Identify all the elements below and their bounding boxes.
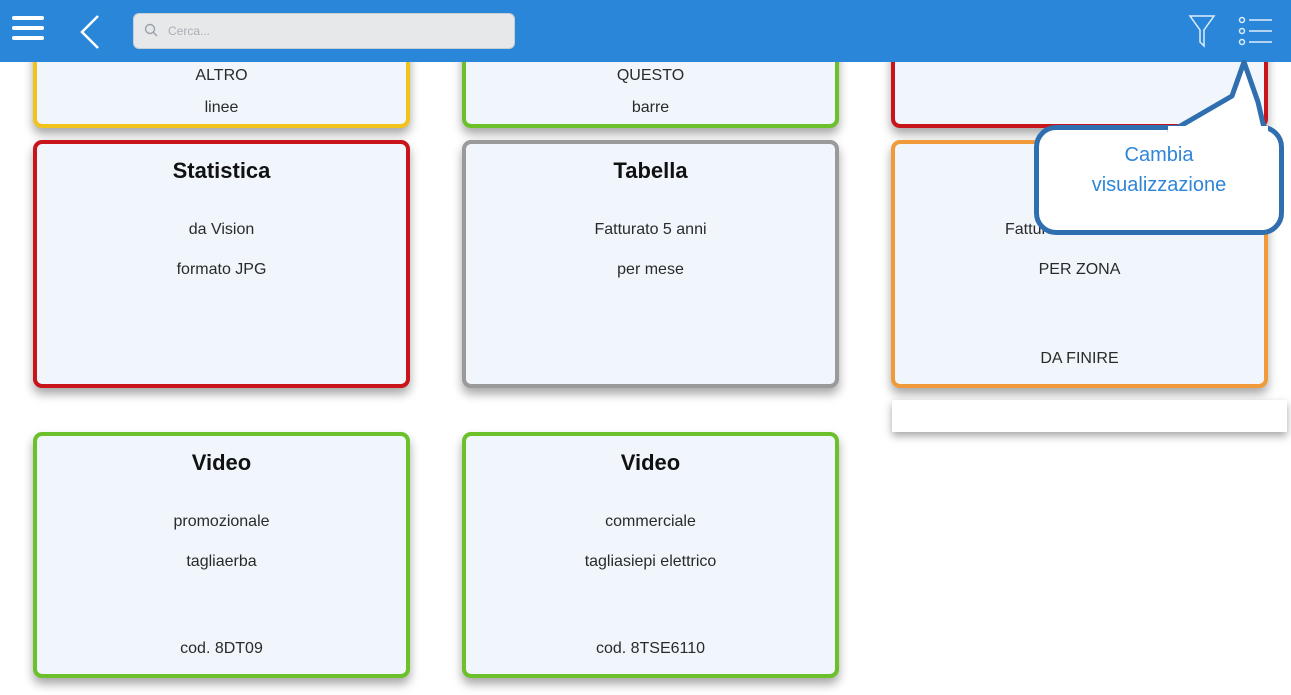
- card-video-tagliasiepi[interactable]: Video commerciale tagliasiepi elettrico …: [462, 432, 839, 678]
- card-statistica[interactable]: Statistica da Vision formato JPG: [33, 140, 410, 388]
- callout-tail: [1167, 60, 1268, 132]
- card-title: Statistica: [172, 158, 271, 183]
- card-line2: per mese: [617, 261, 684, 278]
- card-title: Tabella: [613, 158, 688, 183]
- card-line2: formato JPG: [176, 261, 267, 278]
- card-line2: linee: [204, 99, 239, 116]
- card-line2: tagliaerba: [186, 553, 257, 570]
- card-line1: promozionale: [173, 513, 270, 530]
- change-view-callout: Cambia visualizzazione: [1034, 125, 1284, 235]
- card-video-tagliaerba[interactable]: Video promozionale tagliaerba cod. 8DT09: [33, 432, 410, 678]
- card-footer: cod. 8DT09: [180, 640, 263, 657]
- search-icon: [144, 23, 158, 37]
- divider-shadow: [892, 400, 1287, 432]
- card-line2: tagliasiepi elettrico: [584, 553, 717, 570]
- callout-line1: Cambia: [1124, 144, 1194, 166]
- filter-icon[interactable]: [1187, 12, 1217, 50]
- card-line1: da Vision: [188, 221, 255, 238]
- card-footer: DA FINIRE: [1040, 350, 1119, 367]
- card-line2: barre: [631, 99, 670, 116]
- card-line1: QUESTO: [616, 67, 685, 84]
- card-line1: Fatturato 5 anni: [594, 221, 707, 238]
- card-line1: commerciale: [605, 513, 696, 530]
- card-line2: PER ZONA: [1038, 261, 1121, 278]
- card-tabella[interactable]: Tabella Fatturato 5 anni per mese: [462, 140, 839, 388]
- card-title: Video: [191, 450, 252, 475]
- search-input[interactable]: [166, 20, 500, 42]
- card-footer: cod. 8TSE6110: [595, 640, 706, 657]
- card-line1: ALTRO: [195, 67, 248, 84]
- list-view-icon[interactable]: [1236, 12, 1276, 50]
- hamburger-menu-icon[interactable]: [12, 16, 46, 46]
- card-title: Video: [620, 450, 681, 475]
- top-bar: [0, 0, 1291, 62]
- search-field[interactable]: [133, 13, 515, 49]
- chevron-left-icon[interactable]: [78, 14, 102, 50]
- callout-line2: visualizzazione: [1091, 174, 1227, 196]
